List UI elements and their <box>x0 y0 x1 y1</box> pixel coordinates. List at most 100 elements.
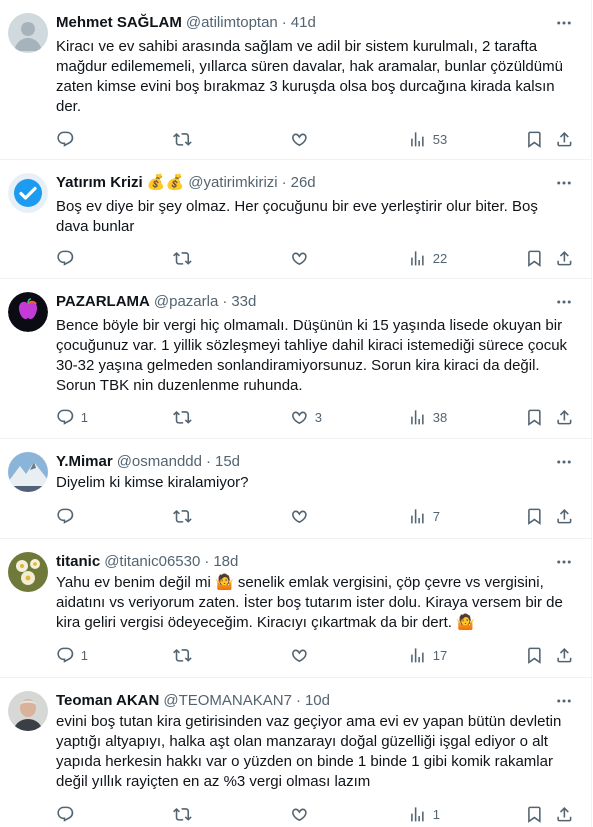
avatar[interactable] <box>8 691 48 731</box>
more-icon[interactable] <box>555 692 573 710</box>
avatar[interactable] <box>8 13 48 53</box>
more-icon[interactable] <box>555 553 573 571</box>
repost-button[interactable] <box>173 248 198 268</box>
reply-icon <box>57 409 74 425</box>
author-name[interactable]: PAZARLAMA <box>56 293 150 310</box>
repost-button[interactable] <box>173 506 198 526</box>
avatar[interactable] <box>8 292 48 332</box>
view-count: 17 <box>432 647 448 663</box>
author-handle[interactable]: @yatirimkirizi <box>188 174 277 191</box>
views-button[interactable]: 38 <box>408 407 447 427</box>
bookmark-button[interactable] <box>525 129 544 149</box>
bookmark-icon <box>528 131 541 148</box>
bookmark-button[interactable] <box>525 248 544 268</box>
share-button[interactable] <box>555 407 574 427</box>
reply-button[interactable] <box>56 804 81 824</box>
timestamp[interactable]: 41d <box>291 14 316 31</box>
repost-button[interactable] <box>173 804 198 824</box>
like-icon <box>292 808 307 821</box>
like-button[interactable]: 3 <box>290 407 322 427</box>
author-name[interactable]: titanic <box>56 553 100 570</box>
author-handle[interactable]: @atilimtoptan <box>186 14 278 31</box>
views-button[interactable]: 7 <box>408 506 440 526</box>
views-button[interactable]: 22 <box>408 248 447 268</box>
repost-button[interactable] <box>173 645 198 665</box>
like-button[interactable] <box>290 129 315 149</box>
view-count: 22 <box>432 250 448 266</box>
bookmark-button[interactable] <box>525 407 544 427</box>
tweet[interactable]: Mehmet SAĞLAM @atilimtoptan · 41d Kiracı ve… <box>0 0 591 160</box>
like-count: 3 <box>314 409 322 425</box>
author-name[interactable]: Yatırım Krizi 💰💰 <box>56 174 184 191</box>
tweet[interactable]: Yatırım Krizi 💰💰 @yatirimkirizi · 26d Boş e… <box>0 160 591 279</box>
share-icon <box>557 647 572 663</box>
author-name[interactable]: Teoman AKAN <box>56 692 159 709</box>
like-button[interactable] <box>290 645 315 665</box>
share-button[interactable] <box>555 506 574 526</box>
tweet[interactable]: PAZARLAMA @pazarla · 33d Bence böyle bir ve… <box>0 279 591 439</box>
tweet-actions: 1 3 38 <box>56 407 577 427</box>
tweet-text: Boş ev diye bir şey olmaz. Her çocuğunu … <box>56 198 543 235</box>
views-icon <box>411 250 424 266</box>
separator: · <box>222 293 228 310</box>
like-icon <box>292 133 307 146</box>
author-name[interactable]: Mehmet SAĞLAM <box>56 14 182 31</box>
bookmark-button[interactable] <box>525 645 544 665</box>
share-button[interactable] <box>555 645 574 665</box>
avatar[interactable] <box>8 173 48 213</box>
share-icon <box>557 806 572 822</box>
reply-button[interactable] <box>56 506 81 526</box>
author-handle[interactable]: @titanic06530 <box>104 553 200 570</box>
author-name[interactable]: Y.Mimar <box>56 453 113 470</box>
author-handle[interactable]: @pazarla <box>154 293 218 310</box>
avatar[interactable] <box>8 552 48 592</box>
share-icon <box>557 131 572 147</box>
bookmark-icon <box>528 250 541 267</box>
reply-icon <box>57 647 74 663</box>
timestamp[interactable]: 26d <box>291 174 316 191</box>
bookmark-button[interactable] <box>525 804 544 824</box>
tweet-actions: 53 <box>56 129 577 149</box>
views-icon <box>411 806 424 822</box>
views-button[interactable]: 53 <box>408 129 447 149</box>
repost-button[interactable] <box>173 129 198 149</box>
avatar[interactable] <box>8 452 48 492</box>
reply-button[interactable]: 1 <box>56 407 88 427</box>
share-button[interactable] <box>555 248 574 268</box>
author-handle[interactable]: @osmanddd <box>117 453 202 470</box>
like-button[interactable] <box>290 248 315 268</box>
bookmark-icon <box>528 806 541 823</box>
tweet[interactable]: titanic @titanic06530 · 18d Yahu ev benim d… <box>0 539 591 678</box>
tweet-text: Yahu ev benim değil mi 🤷 senelik emlak v… <box>56 574 568 631</box>
repost-icon <box>173 410 192 424</box>
repost-icon <box>173 251 192 265</box>
share-button[interactable] <box>555 129 574 149</box>
timestamp[interactable]: 10d <box>305 692 330 709</box>
like-button[interactable] <box>290 506 315 526</box>
author-handle[interactable]: @TEOMANAKAN7 <box>163 692 292 709</box>
reply-button[interactable] <box>56 248 81 268</box>
views-button[interactable]: 1 <box>408 804 440 824</box>
bookmark-button[interactable] <box>525 506 544 526</box>
views-icon <box>411 409 424 425</box>
tweet[interactable]: Teoman AKAN @TEOMANAKAN7 · 10d evini boş tu… <box>0 678 591 827</box>
timestamp[interactable]: 18d <box>213 553 238 570</box>
separator: · <box>281 14 287 31</box>
reply-button[interactable]: 1 <box>56 645 88 665</box>
more-icon[interactable] <box>555 453 573 471</box>
more-icon[interactable] <box>555 14 573 32</box>
share-button[interactable] <box>555 804 574 824</box>
repost-button[interactable] <box>173 407 198 427</box>
separator: · <box>295 692 301 709</box>
like-button[interactable] <box>290 804 315 824</box>
repost-icon <box>173 132 192 146</box>
reply-button[interactable] <box>56 129 81 149</box>
more-icon[interactable] <box>555 293 573 311</box>
tweet-text: Kiracı ve ev sahibi arasında sağlam ve a… <box>56 38 568 115</box>
more-icon[interactable] <box>555 174 573 192</box>
tweet[interactable]: Y.Mimar @osmanddd · 15d Diyelim ki kimse ki… <box>0 439 591 539</box>
views-button[interactable]: 17 <box>408 645 447 665</box>
timestamp[interactable]: 33d <box>231 293 256 310</box>
timestamp[interactable]: 15d <box>215 453 240 470</box>
repost-icon <box>173 648 192 662</box>
